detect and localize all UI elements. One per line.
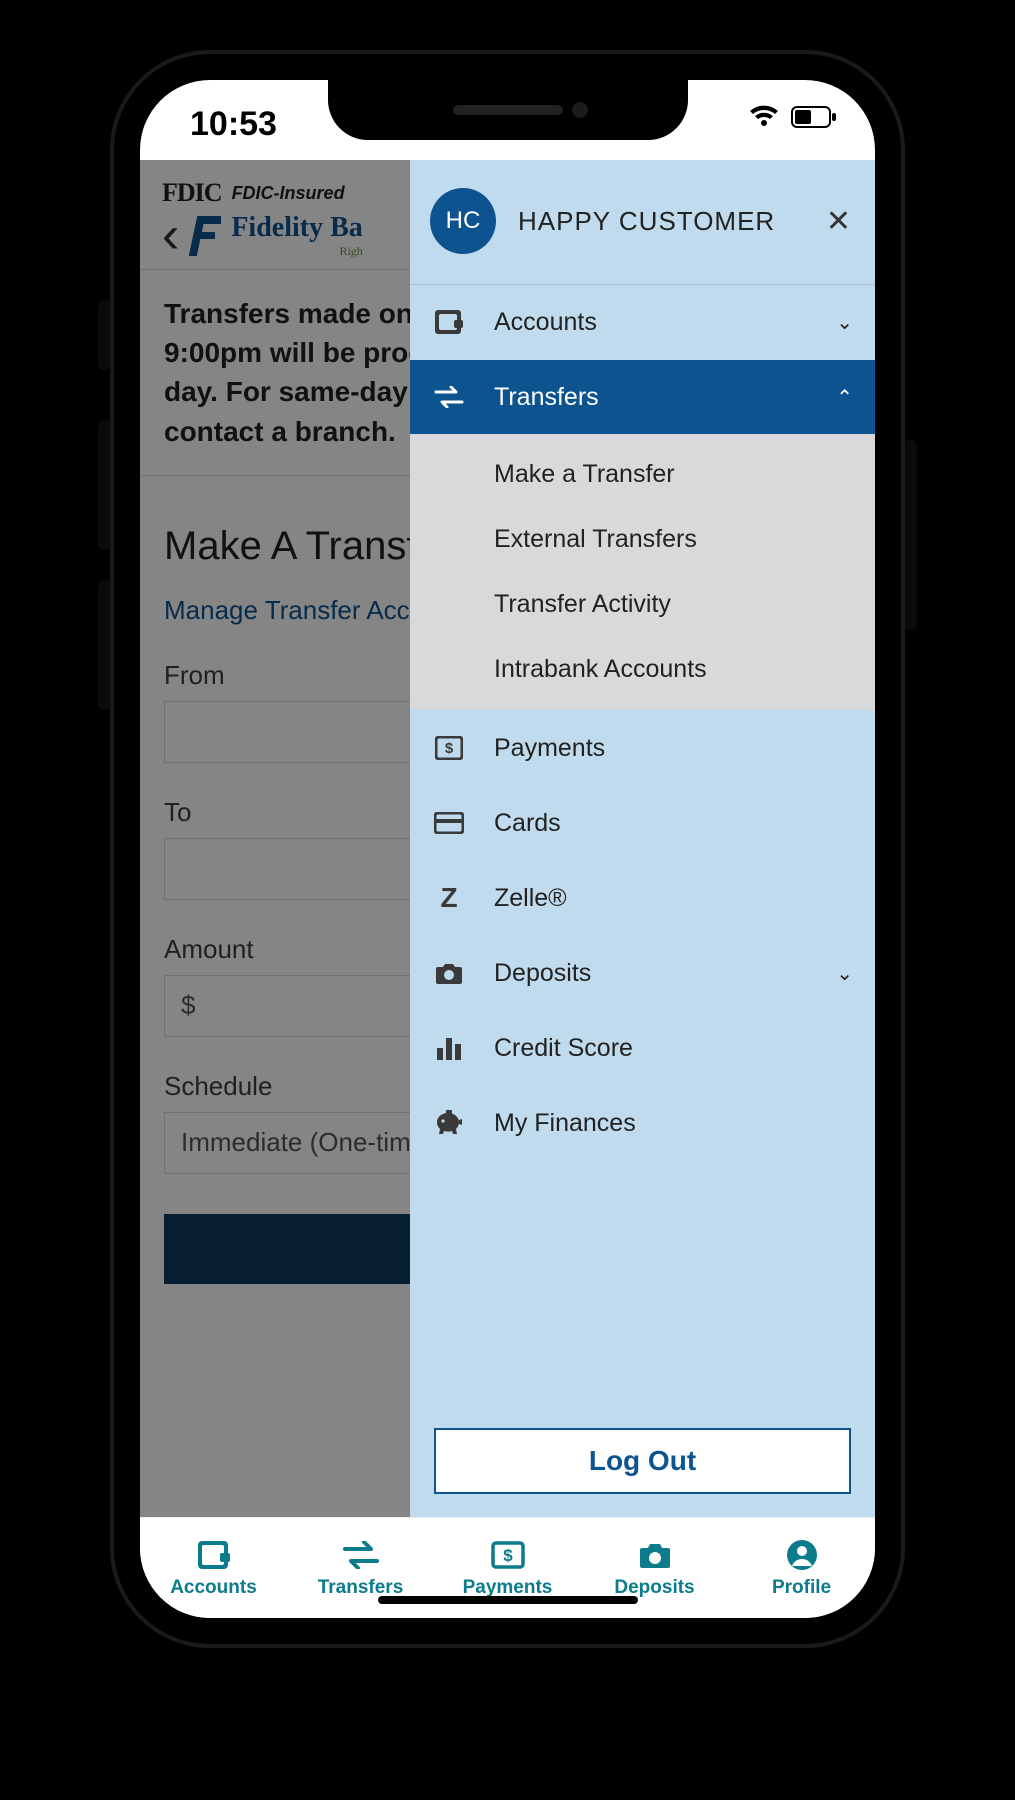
phone-frame: 10:53 FDIC FDIC-Insured <box>110 50 905 1648</box>
menu-transfers[interactable]: Transfers ⌃ <box>410 360 875 434</box>
home-indicator[interactable] <box>378 1596 638 1604</box>
notch <box>328 80 688 140</box>
camera-icon <box>637 1537 673 1573</box>
submenu-external-transfers[interactable]: External Transfers <box>410 507 875 572</box>
customer-name: HAPPY CUSTOMER <box>518 206 804 237</box>
menu-payments[interactable]: $ Payments <box>410 711 875 785</box>
zelle-icon: Z <box>432 882 466 914</box>
avatar[interactable]: HC <box>430 188 496 254</box>
piggy-icon <box>432 1110 466 1136</box>
payment-icon: $ <box>491 1537 525 1573</box>
camera-icon <box>432 961 466 985</box>
wallet-icon <box>432 309 466 335</box>
submenu-make-transfer[interactable]: Make a Transfer <box>410 442 875 507</box>
submenu-transfer-activity[interactable]: Transfer Activity <box>410 572 875 637</box>
wifi-icon <box>749 105 779 129</box>
menu-my-finances[interactable]: My Finances <box>410 1086 875 1160</box>
menu-cards[interactable]: Cards <box>410 786 875 860</box>
svg-text:$: $ <box>445 740 454 757</box>
wallet-icon <box>197 1537 231 1573</box>
nav-drawer: HC HAPPY CUSTOMER ✕ Accounts ⌄ <box>410 160 875 1518</box>
chart-icon <box>432 1036 466 1060</box>
close-icon[interactable]: ✕ <box>826 204 851 239</box>
menu-credit-score[interactable]: Credit Score <box>410 1011 875 1085</box>
card-icon <box>432 812 466 834</box>
submenu-intrabank-accounts[interactable]: Intrabank Accounts <box>410 637 875 702</box>
battery-icon <box>791 106 837 128</box>
svg-text:$: $ <box>503 1546 513 1565</box>
profile-icon <box>786 1537 818 1573</box>
transfer-icon <box>432 386 466 408</box>
menu-zelle[interactable]: Z Zelle® <box>410 861 875 935</box>
chevron-down-icon: ⌄ <box>836 961 853 986</box>
tab-accounts[interactable]: Accounts <box>140 1518 287 1618</box>
logout-button[interactable]: Log Out <box>434 1428 851 1494</box>
chevron-up-icon: ⌃ <box>836 385 853 410</box>
menu-deposits[interactable]: Deposits ⌄ <box>410 936 875 1010</box>
transfer-icon <box>342 1537 380 1573</box>
tab-profile[interactable]: Profile <box>728 1518 875 1618</box>
status-time: 10:53 <box>190 105 277 144</box>
menu-accounts[interactable]: Accounts ⌄ <box>410 285 875 359</box>
chevron-down-icon: ⌄ <box>836 310 853 335</box>
payment-icon: $ <box>432 736 466 760</box>
